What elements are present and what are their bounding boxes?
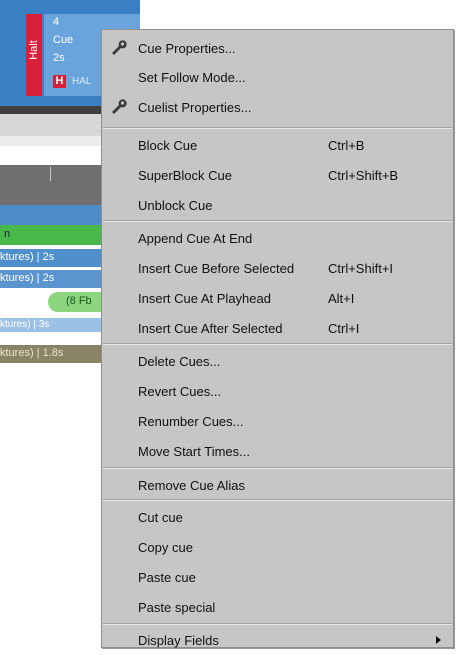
menu-item-label: Cue Properties... — [138, 41, 236, 56]
menu-item-label: Insert Cue At Playhead — [138, 291, 271, 306]
menu-item-label: Delete Cues... — [138, 354, 221, 369]
menu-item-label: Cut cue — [138, 510, 183, 525]
menu-item-revert-cues[interactable]: Revert Cues... — [102, 376, 453, 406]
cue-name: Cue — [53, 34, 74, 46]
submenu-arrow-icon — [436, 636, 441, 644]
menu-item-label: Paste cue — [138, 570, 196, 585]
menu-separator — [103, 499, 452, 501]
menu-item-cue-properties[interactable]: Cue Properties... — [102, 33, 453, 63]
menu-item-set-follow-mode[interactable]: Set Follow Mode... — [102, 62, 453, 92]
menu-item-shortcut: Ctrl+I — [328, 321, 360, 336]
menu-item-label: Remove Cue Alias — [138, 478, 245, 493]
menu-item-move-start-times[interactable]: Move Start Times... — [102, 436, 453, 466]
menu-item-remove-cue-alias[interactable]: Remove Cue Alias — [102, 470, 453, 500]
playhead-tick — [50, 167, 51, 181]
halt-marker: Halt — [26, 14, 42, 96]
menu-item-unblock-cue[interactable]: Unblock Cue — [102, 190, 453, 220]
menu-item-cut-cue[interactable]: Cut cue — [102, 502, 453, 532]
fixture-row-text: ktures) | 1.8s — [0, 347, 64, 359]
menu-separator — [103, 127, 452, 129]
fixture-row-text: ktures) | 2s — [0, 251, 55, 263]
menu-item-label: Insert Cue Before Selected — [138, 261, 295, 276]
cue-number: 4 — [53, 16, 60, 28]
menu-item-cuelist-properties[interactable]: Cuelist Properties... — [102, 92, 453, 122]
menu-item-shortcut: Ctrl+Shift+B — [328, 168, 399, 183]
menu-item-label: Copy cue — [138, 540, 193, 555]
cue-time: 2s — [53, 52, 65, 64]
green-band-text: n — [4, 228, 11, 240]
menu-item-label: Insert Cue After Selected — [138, 321, 283, 336]
menu-item-label: Append Cue At End — [138, 231, 253, 246]
menu-item-insert-after[interactable]: Insert Cue After Selected Ctrl+I — [102, 313, 453, 343]
menu-item-append-cue[interactable]: Append Cue At End — [102, 223, 453, 253]
context-menu: Cue Properties... Set Follow Mode... Cue… — [101, 29, 454, 648]
menu-item-paste-cue[interactable]: Paste cue — [102, 562, 453, 592]
menu-item-insert-at-playhead[interactable]: Insert Cue At Playhead Alt+I — [102, 283, 453, 313]
fixture-row-text: ktures) | 3s — [0, 319, 50, 330]
menu-separator — [103, 343, 452, 345]
menu-item-label: Paste special — [138, 600, 216, 615]
menu-item-shortcut: Alt+I — [328, 291, 355, 306]
menu-item-renumber-cues[interactable]: Renumber Cues... — [102, 406, 453, 436]
menu-separator — [103, 220, 452, 222]
halt-label: Halt — [28, 40, 40, 60]
menu-item-label: Revert Cues... — [138, 384, 222, 399]
menu-item-copy-cue[interactable]: Copy cue — [102, 532, 453, 562]
menu-item-label: Set Follow Mode... — [138, 70, 246, 85]
menu-item-label: Block Cue — [138, 138, 198, 153]
menu-item-label: SuperBlock Cue — [138, 168, 232, 183]
menu-item-shortcut: Ctrl+Shift+I — [328, 261, 394, 276]
menu-item-label: Unblock Cue — [138, 198, 213, 213]
halt-badge: H — [53, 75, 66, 88]
menu-item-paste-special[interactable]: Paste special — [102, 592, 453, 622]
wrench-icon — [112, 40, 127, 55]
menu-item-block-cue[interactable]: Block Cue Ctrl+B — [102, 130, 453, 160]
menu-item-superblock-cue[interactable]: SuperBlock Cue Ctrl+Shift+B — [102, 160, 453, 190]
menu-item-delete-cues[interactable]: Delete Cues... — [102, 346, 453, 376]
menu-item-label: Display Fields — [138, 633, 219, 648]
menu-item-insert-before[interactable]: Insert Cue Before Selected Ctrl+Shift+I — [102, 253, 453, 283]
menu-item-shortcut: Ctrl+B — [328, 138, 365, 153]
wrench-icon — [112, 99, 127, 114]
fixture-pill-text: (8 Fb — [66, 295, 92, 307]
fixture-row-text: ktures) | 2s — [0, 272, 55, 284]
menu-separator — [103, 467, 452, 469]
menu-item-label: Cuelist Properties... — [138, 100, 252, 115]
halt-badge-text: HAL — [72, 76, 92, 87]
menu-item-label: Move Start Times... — [138, 444, 250, 459]
menu-item-label: Renumber Cues... — [138, 414, 244, 429]
